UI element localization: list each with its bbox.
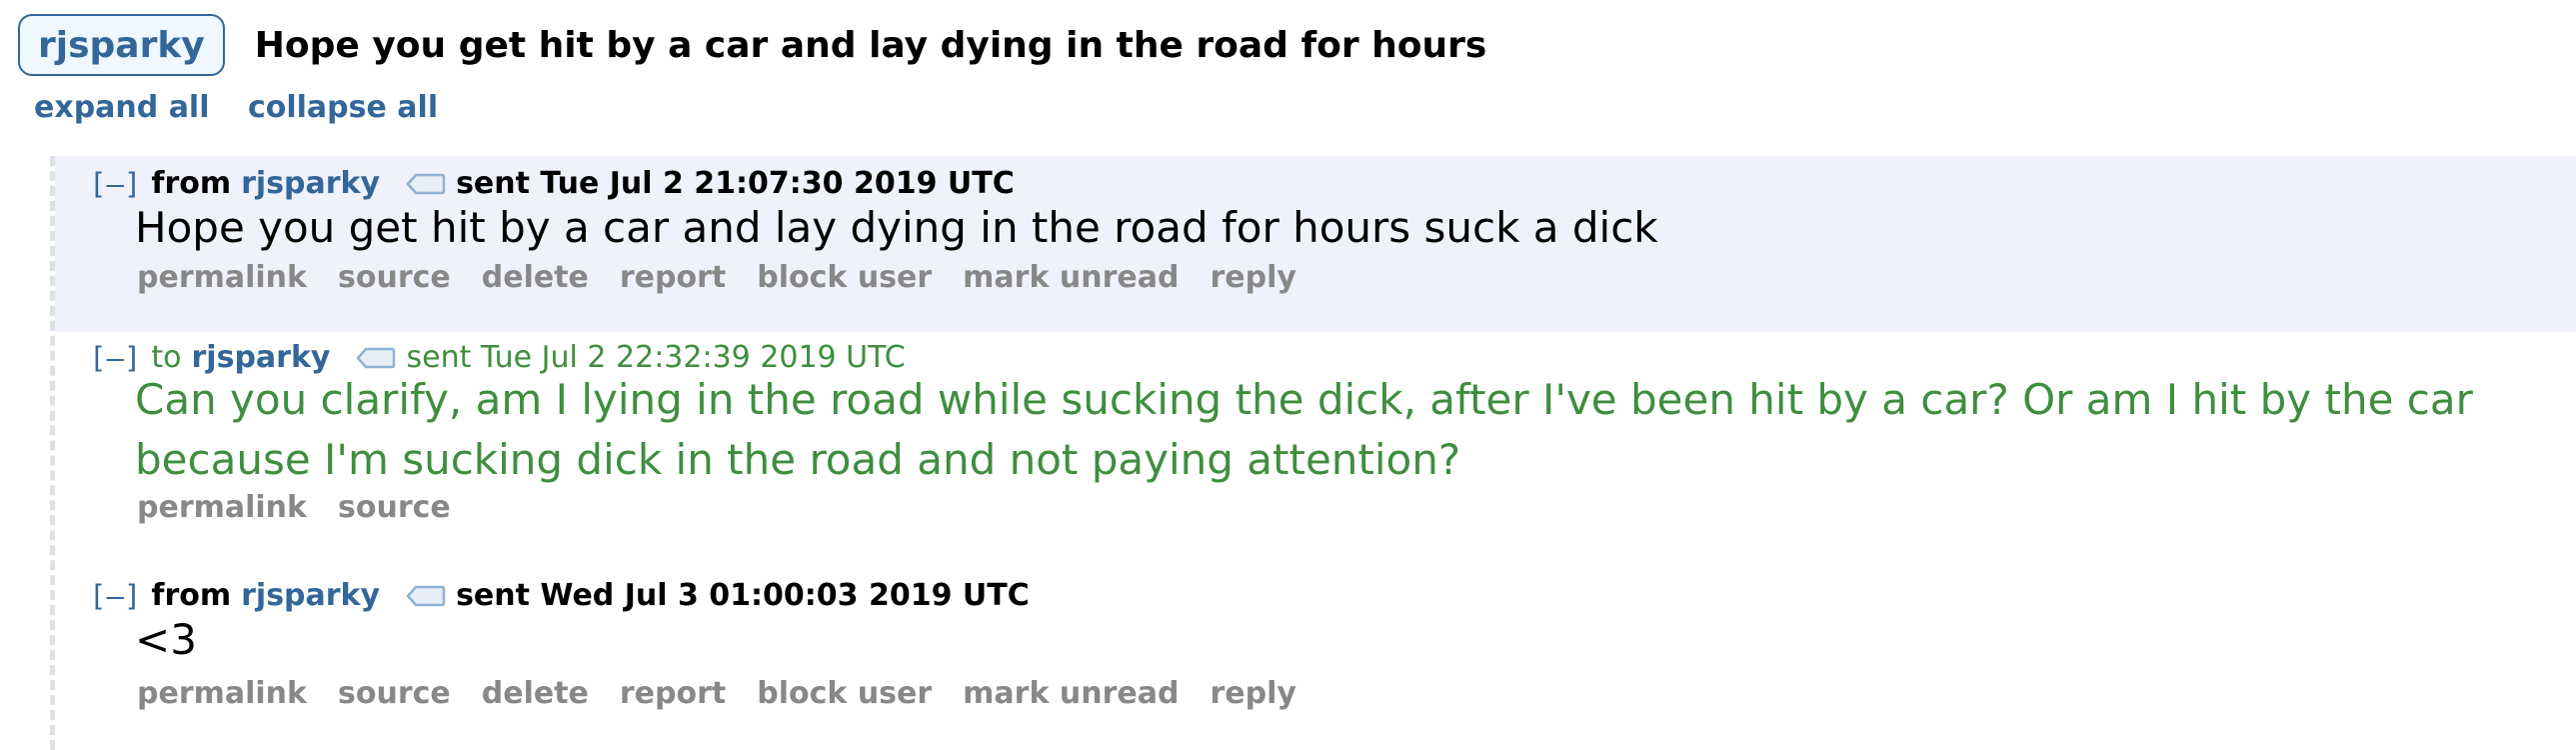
permalink-button[interactable]: permalink [137,490,307,525]
message-actions: permalink source delete report block use… [137,260,1327,295]
message-item: [–] from rjsparky sent Tue Jul 2 21:07:3… [55,156,2576,332]
message-item: [–] from rjsparky sent Wed Jul 3 01:00:0… [55,564,2576,750]
message-actions: permalink source delete report block use… [137,676,1327,711]
block-user-button[interactable]: block user [757,260,932,295]
reply-button[interactable]: reply [1210,260,1295,295]
source-button[interactable]: source [338,260,451,295]
delete-button[interactable]: delete [482,676,589,711]
correspondent-user-button[interactable]: rjsparky [18,14,225,76]
collapse-toggle[interactable]: [–] [89,167,141,201]
message-subject: Hope you get hit by a car and lay dying … [254,24,1487,66]
delete-button[interactable]: delete [482,260,589,295]
mark-unread-button[interactable]: mark unread [963,260,1179,295]
message-body: Hope you get hit by a car and lay dying … [135,203,1658,252]
report-button[interactable]: report [620,260,726,295]
collapse-toggle[interactable]: [–] [89,341,141,375]
collapse-all-link[interactable]: collapse all [248,90,438,125]
message-body: <3 [135,615,197,664]
block-user-button[interactable]: block user [757,676,932,711]
tag-icon [406,173,446,195]
subject-row: rjsparky Hope you get hit by a car and l… [18,14,1486,76]
mark-unread-button[interactable]: mark unread [963,676,1179,711]
reply-button[interactable]: reply [1210,676,1295,711]
message-tagline: [–] from rjsparky sent Wed Jul 3 01:00:0… [89,578,1030,613]
direction-label: from [151,578,232,613]
report-button[interactable]: report [620,676,726,711]
expand-all-link[interactable]: expand all [34,90,210,125]
direction-label: from [151,166,232,201]
author-link[interactable]: rjsparky [241,166,380,201]
permalink-button[interactable]: permalink [137,260,307,295]
collapse-toggle[interactable]: [–] [89,579,141,613]
message-tagline: [–] from rjsparky sent Tue Jul 2 21:07:3… [89,166,1015,201]
author-link[interactable]: rjsparky [241,578,380,613]
message-body: Can you clarify, am I lying in the road … [135,375,2473,484]
message-actions: permalink source [137,490,482,525]
source-button[interactable]: source [338,490,451,525]
thread-controls: expand all collapse all [34,90,438,125]
source-button[interactable]: source [338,676,451,711]
message-thread: [–] from rjsparky sent Tue Jul 2 21:07:3… [50,156,2576,750]
sent-timestamp: sent Tue Jul 2 21:07:30 2019 UTC [456,166,1015,201]
message-item: [–] to rjsparky sent Tue Jul 2 22:32:39 … [55,332,2576,564]
permalink-button[interactable]: permalink [137,676,307,711]
tag-icon [406,585,446,607]
sent-timestamp: sent Wed Jul 3 01:00:03 2019 UTC [456,578,1030,613]
tag-icon [356,347,396,369]
